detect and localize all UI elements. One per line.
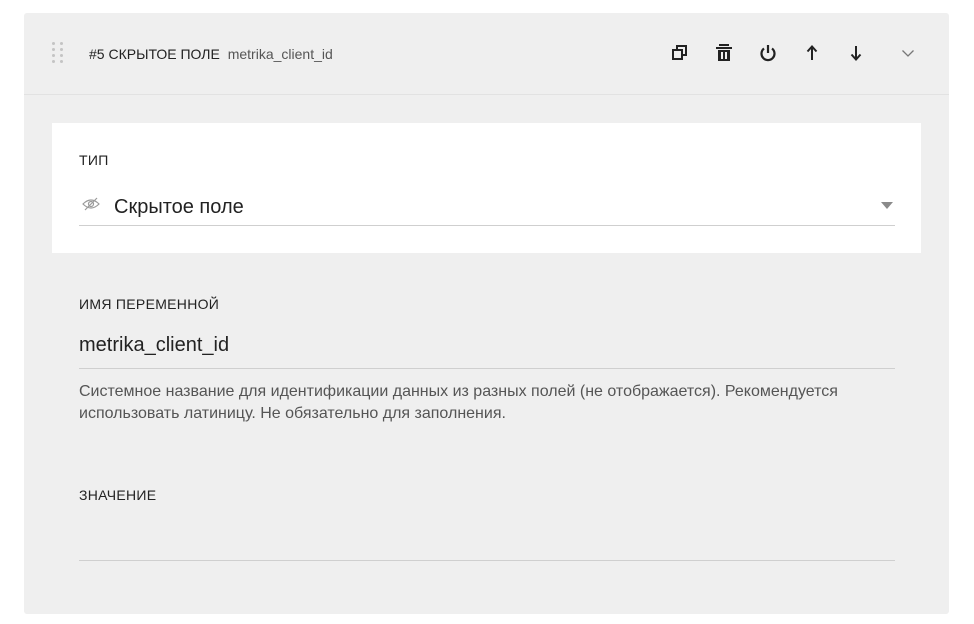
variable-name-input[interactable] <box>79 334 895 357</box>
value-input[interactable] <box>79 526 895 549</box>
copy-icon <box>672 45 687 60</box>
dropdown-caret-icon <box>881 202 893 209</box>
variable-name-field[interactable] <box>79 328 895 369</box>
field-title: #5 СКРЫТОЕ ПОЛЕ metrika_client_id <box>89 46 333 62</box>
type-section: ТИП Скрытое поле <box>52 123 921 253</box>
value-label: ЗНАЧЕНИЕ <box>79 487 157 503</box>
chevron-down-icon <box>902 50 914 57</box>
drag-handle-icon[interactable] <box>52 42 64 66</box>
arrow-down-icon <box>850 46 862 61</box>
field-variable-name: metrika_client_id <box>227 46 333 62</box>
toggle-button[interactable] <box>756 41 780 65</box>
type-label: ТИП <box>79 152 109 168</box>
collapse-button[interactable] <box>896 41 920 65</box>
value-field[interactable] <box>79 520 895 561</box>
power-icon <box>760 45 776 62</box>
delete-icon <box>716 44 732 61</box>
move-down-button[interactable] <box>844 41 868 65</box>
move-up-button[interactable] <box>800 41 824 65</box>
field-card: #5 СКРЫТОЕ ПОЛЕ metrika_client_id ТИП Ск… <box>24 13 949 614</box>
variable-name-hint: Системное название для идентификации дан… <box>79 383 838 422</box>
type-select[interactable]: Скрытое поле <box>79 185 895 226</box>
field-card-header[interactable]: #5 СКРЫТОЕ ПОЛЕ metrika_client_id <box>24 13 949 95</box>
variable-name-label: ИМЯ ПЕРЕМЕННОЙ <box>79 296 220 312</box>
arrow-up-icon <box>806 45 818 60</box>
delete-button[interactable] <box>712 41 736 65</box>
copy-button[interactable] <box>668 41 692 65</box>
eye-off-icon <box>82 197 100 211</box>
field-title-text: #5 СКРЫТОЕ ПОЛЕ <box>89 46 220 62</box>
type-select-value: Скрытое поле <box>114 196 244 218</box>
